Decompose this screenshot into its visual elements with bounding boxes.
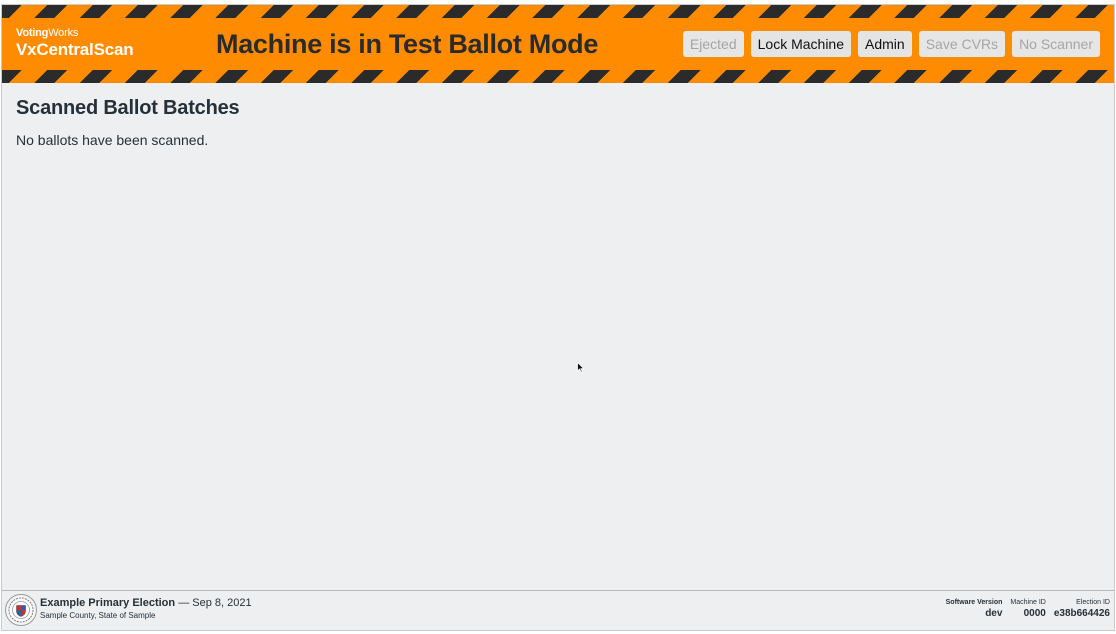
- brand-company: VotingWorks: [16, 27, 79, 39]
- brand-logo: VotingWorks VxCentralScan: [16, 27, 134, 59]
- mouse-pointer-icon: [577, 362, 585, 373]
- machine-id: Machine ID 0000: [1010, 599, 1045, 619]
- banner-title: Machine is in Test Ballot Mode: [216, 29, 599, 59]
- election-id-label: Election ID: [1076, 599, 1110, 606]
- county-seal-icon: [5, 594, 37, 626]
- hazard-stripes-top: [2, 5, 1114, 18]
- election-info: Example Primary Election — Sep 8, 2021 S…: [40, 598, 252, 620]
- empty-state-message: No ballots have been scanned.: [16, 132, 209, 148]
- machine-id-label: Machine ID: [1010, 599, 1046, 606]
- election-title: Example Primary Election: [40, 597, 176, 609]
- test-mode-banner: VotingWorks VxCentralScan Machine is in …: [2, 5, 1114, 83]
- page-title: Scanned Ballot Batches: [16, 97, 240, 119]
- election-county: Sample County, State of Sample: [40, 611, 156, 620]
- lock-machine-button[interactable]: Lock Machine: [750, 31, 852, 57]
- election-heading: Example Primary Election — Sep 8, 2021: [40, 598, 252, 609]
- election-id-value: e38b664426: [1053, 608, 1110, 619]
- brand-product-name: VxCentralScan: [16, 40, 134, 59]
- election-info-bar: Example Primary Election — Sep 8, 2021 S…: [2, 590, 1114, 630]
- app-window: VotingWorks VxCentralScan Machine is in …: [1, 4, 1115, 631]
- separator: —: [178, 597, 190, 609]
- main-content: Scanned Ballot Batches No ballots have b…: [2, 83, 1114, 590]
- software-version-value: dev: [985, 608, 1003, 619]
- software-version-label: Software Version: [945, 599, 1003, 606]
- save-cvrs-button[interactable]: Save CVRs: [918, 31, 1006, 57]
- header-actions: Ejected Lock Machine Admin Save CVRs No …: [682, 31, 1100, 57]
- software-version: Software Version dev: [946, 599, 1003, 619]
- election-date: Sep 8, 2021: [192, 597, 252, 609]
- machine-meta: Software Version dev Machine ID 0000 Ele…: [946, 599, 1110, 619]
- no-scanner-button[interactable]: No Scanner: [1012, 31, 1100, 57]
- machine-id-value: 0000: [1023, 608, 1046, 619]
- ejected-button[interactable]: Ejected: [682, 31, 744, 57]
- hazard-stripes-bottom: [2, 70, 1114, 83]
- admin-button[interactable]: Admin: [858, 31, 912, 57]
- election-id: Election ID e38b664426: [1054, 599, 1110, 619]
